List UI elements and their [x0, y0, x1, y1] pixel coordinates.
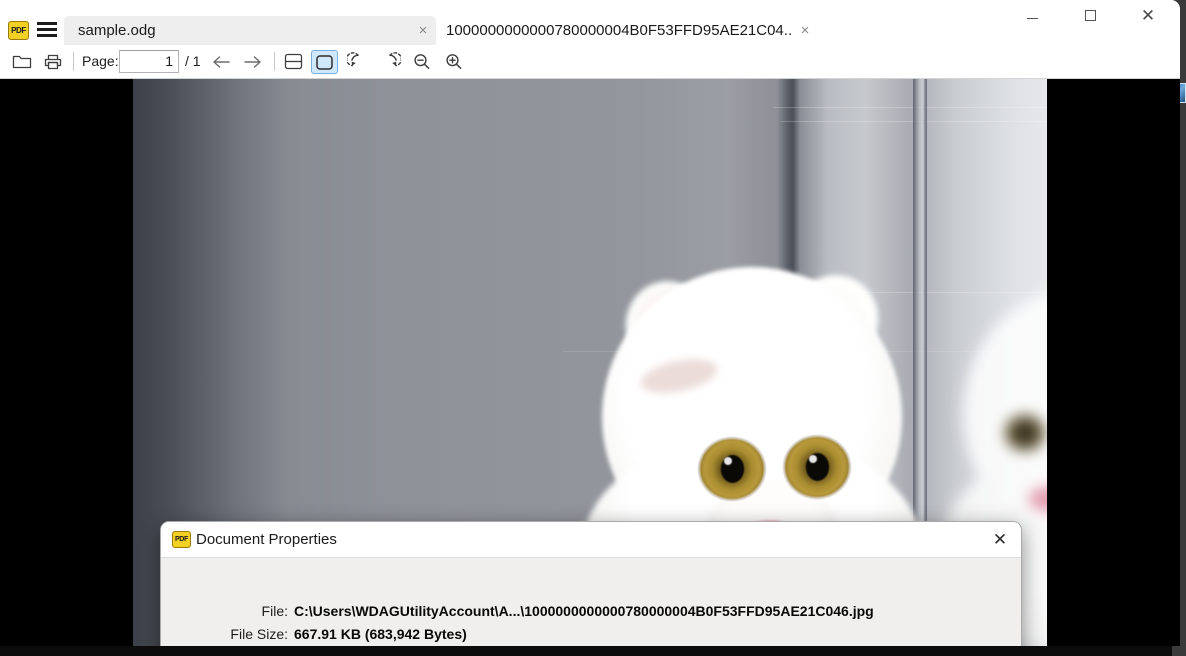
toolbar-separator [274, 52, 275, 71]
tab-title: 1000000000000780000004B0F53FFD95AE21C04.… [446, 22, 792, 39]
viewer-toolbar: Page: 1 / 1 [0, 45, 1180, 79]
tab-sample-odg[interactable]: sample.odg × [64, 16, 436, 45]
arrow-left-icon [213, 55, 230, 68]
tab-close-icon[interactable]: × [792, 23, 818, 38]
page-number-input[interactable]: 1 [119, 50, 179, 73]
open-file-button[interactable] [9, 49, 35, 74]
printer-icon [44, 54, 62, 69]
next-page-button[interactable] [240, 49, 266, 74]
minimize-button[interactable] [1009, 0, 1055, 31]
rotate-clockwise-button[interactable] [376, 49, 403, 74]
dialog-body: File: C:\Users\WDAGUtilityAccount\A...\1… [161, 558, 1021, 646]
property-value-file-path: C:\Users\WDAGUtilityAccount\A...\1000000… [294, 603, 874, 619]
zoom-in-button[interactable] [440, 49, 467, 74]
print-button[interactable] [40, 49, 66, 74]
dialog-pdf-icon: PDF [172, 531, 191, 548]
dialog-title-bar: PDF Document Properties ✕ [161, 522, 1021, 558]
shelf-line [773, 107, 1047, 108]
document-viewer-canvas[interactable]: PDF Document Properties ✕ File: C:\Users… [0, 79, 1180, 646]
property-label: File Size: [230, 626, 288, 642]
view-continuous-icon [284, 53, 303, 70]
page-total-label: / 1 [185, 53, 201, 69]
previous-page-button[interactable] [208, 49, 234, 74]
rotate-counterclockwise-icon [346, 52, 359, 67]
dialog-close-icon[interactable]: ✕ [985, 526, 1015, 553]
app-pdf-icon: PDF [8, 21, 29, 40]
view-single-page-button[interactable] [311, 50, 338, 74]
cat-eye-glint-right [809, 455, 817, 463]
view-continuous-button[interactable] [280, 49, 307, 74]
property-row-file: File: C:\Users\WDAGUtilityAccount\A...\1… [161, 603, 1021, 626]
arrow-right-icon [244, 55, 261, 68]
property-label: File: [261, 603, 288, 619]
close-button[interactable]: ✕ [1125, 0, 1171, 31]
cat-eye-glint-left [724, 457, 732, 465]
close-icon: ✕ [1140, 6, 1156, 25]
page-label: Page: [82, 53, 119, 69]
zoom-out-button[interactable] [408, 49, 435, 74]
window-title-bar: PDF sample.odg × 1000000000000780000004B… [0, 0, 1180, 45]
minimize-icon [1026, 18, 1038, 19]
view-single-page-icon [316, 54, 333, 70]
document-properties-dialog: PDF Document Properties ✕ File: C:\Users… [160, 521, 1022, 646]
rotate-clockwise-icon [388, 52, 401, 67]
maximize-button[interactable] [1067, 0, 1113, 31]
dialog-title: Document Properties [196, 531, 337, 548]
tab-image-file[interactable]: 1000000000000780000004B0F53FFD95AE21C04.… [440, 16, 818, 45]
zoom-out-icon [413, 54, 429, 69]
toolbar-separator [73, 52, 74, 71]
tab-title: sample.odg [78, 22, 156, 39]
rotate-counterclockwise-button[interactable] [344, 49, 371, 74]
property-row-file-size: File Size: 667.91 KB (683,942 Bytes) [161, 626, 1021, 646]
hamburger-menu-icon[interactable] [37, 22, 57, 38]
property-value-file-size: 667.91 KB (683,942 Bytes) [294, 626, 467, 642]
tab-close-icon[interactable]: × [410, 23, 436, 38]
cat-reflection-eye-left [1005, 415, 1045, 451]
zoom-in-icon [445, 54, 461, 69]
maximize-icon [1084, 10, 1096, 21]
pdf-viewer-window: PDF sample.odg × 1000000000000780000004B… [0, 0, 1180, 646]
folder-open-icon [12, 55, 32, 69]
